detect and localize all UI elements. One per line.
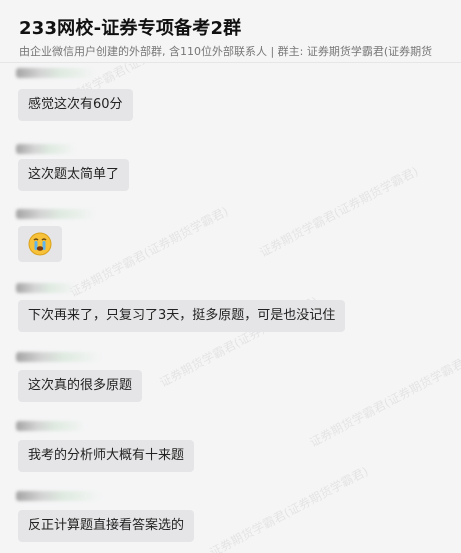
sender-name-blurred	[16, 283, 76, 293]
message-bubble[interactable]: 我考的分析师大概有十来题	[18, 440, 195, 472]
group-subtitle: 由企业微信用户创建的外部群, 含110位外部联系人 | 群主: 证券期货学霸君(…	[19, 45, 433, 58]
sender-name-blurred	[16, 68, 96, 78]
sender-name-blurred	[16, 352, 101, 362]
sender-name-blurred	[16, 144, 76, 154]
sender-name-blurred	[16, 491, 101, 501]
watermark: 证券期货学霸君(证券期货学霸君)	[257, 164, 421, 260]
message-list[interactable]: 证券期货学霸君(证券期货学霸君) 证券期货学霸君(证券期货学霸君) 证券期货学霸…	[0, 63, 461, 553]
sender-name-blurred	[16, 421, 86, 431]
message-bubble[interactable]: 这次真的很多原题	[18, 370, 143, 402]
sender-name-blurred	[16, 209, 96, 219]
crying-emoji-icon	[28, 232, 52, 256]
message-bubble[interactable]: 反正计算题直接看答案选的	[18, 510, 195, 542]
group-title[interactable]: 233网校-证券专项备考2群	[19, 14, 241, 40]
message-bubble[interactable]	[18, 226, 62, 262]
message-bubble[interactable]: 下次再来了，只复习了3天，挺多原题，可是也没记住	[18, 300, 346, 332]
chat-header: 233网校-证券专项备考2群 由企业微信用户创建的外部群, 含110位外部联系人…	[0, 0, 461, 63]
watermark: 证券期货学霸君(证券期货学霸君)	[207, 464, 371, 553]
watermark: 证券期货学霸君(证券期货学霸君)	[307, 354, 461, 450]
message-bubble[interactable]: 感觉这次有60分	[18, 89, 133, 121]
message-bubble[interactable]: 这次题太简单了	[18, 159, 130, 191]
